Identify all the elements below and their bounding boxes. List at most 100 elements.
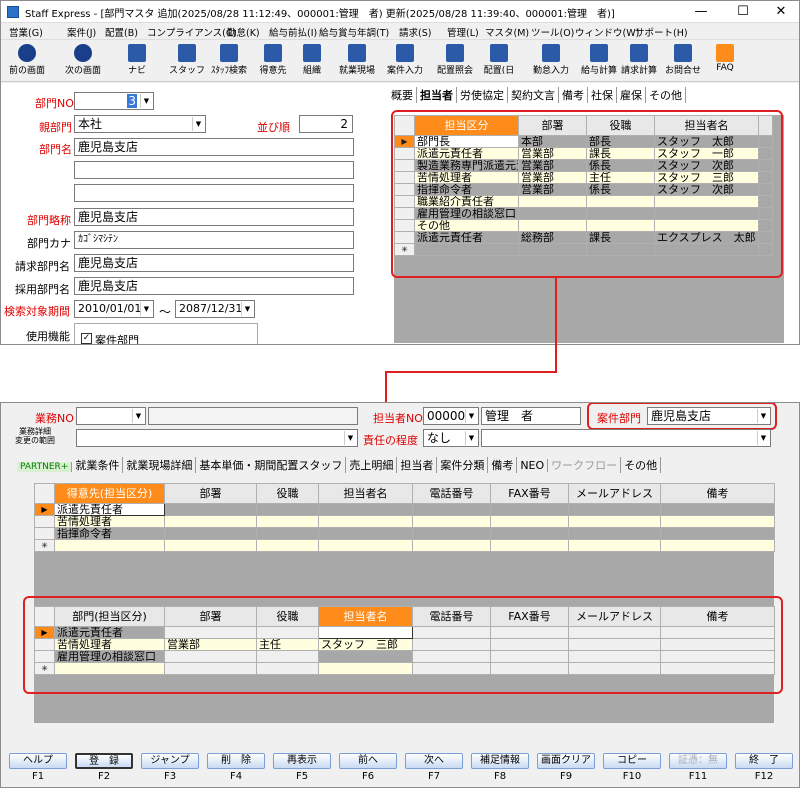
grid-cell[interactable]: 派遣先責任者 — [54, 503, 165, 516]
period-from-select[interactable]: 2010/01/01 ▼ — [74, 300, 154, 318]
tab[interactable]: 案件分類 — [437, 457, 489, 473]
close-icon[interactable]: ✕ — [761, 1, 799, 23]
menu-item[interactable]: 管理(L) — [447, 25, 479, 39]
tab[interactable]: 労使協定 — [457, 87, 508, 103]
grid-cell[interactable] — [412, 539, 491, 552]
fkey-button[interactable]: 画面クリア — [537, 753, 595, 769]
grid-cell[interactable] — [660, 503, 775, 516]
grid-cell[interactable] — [568, 527, 661, 540]
fkey-button[interactable]: 前へ — [339, 753, 397, 769]
toolbar-button[interactable]: 勤怠入力 — [529, 42, 573, 80]
toolbar-button[interactable]: 就業現場 — [335, 42, 379, 80]
order-input[interactable]: 2 — [299, 115, 353, 133]
menu-item[interactable]: コンプライアンス(C) — [147, 25, 236, 39]
tab[interactable]: 就業現場詳細 — [123, 457, 197, 473]
fkey-button[interactable]: ヘルプ — [9, 753, 67, 769]
fkey-button[interactable]: 削 除 — [207, 753, 265, 769]
tab[interactable]: その他 — [621, 457, 662, 473]
toolbar-button[interactable]: 組織 — [297, 42, 327, 80]
grid-cell[interactable]: 苦情処理者 — [54, 515, 165, 528]
tanto-no-select[interactable]: 000001 ▼ — [423, 407, 479, 425]
period-to-select[interactable]: 2087/12/31 ▼ — [175, 300, 255, 318]
tab[interactable]: 基本単価・期間配置スタッフ — [196, 457, 347, 473]
toolbar-button[interactable]: FAQ — [713, 42, 737, 80]
grid-cell[interactable] — [568, 503, 661, 516]
biz-no-select[interactable]: ▼ — [76, 407, 146, 425]
toolbar-button[interactable]: 給与計算 — [581, 42, 617, 80]
grid-cell[interactable] — [318, 539, 413, 552]
dept-name-input[interactable]: 鹿児島支店 — [74, 138, 354, 156]
menu-item[interactable]: ツール(O) — [531, 25, 574, 39]
grid-cell[interactable] — [318, 515, 413, 528]
fkey-button[interactable]: 再表示 — [273, 753, 331, 769]
grid-cell[interactable] — [256, 539, 319, 552]
column-header[interactable]: 部署 — [164, 483, 257, 504]
tab[interactable]: 備考 — [559, 87, 588, 103]
dept-kana-input[interactable]: ｶｺﾞｼﾏｼﾃﾝ — [74, 231, 354, 249]
fkey-button[interactable]: 証憑：無 — [669, 753, 727, 769]
column-header[interactable]: 備考 — [660, 483, 775, 504]
tab[interactable]: 担当者 — [417, 87, 457, 103]
menu-item[interactable]: ウィンドウ(W) — [575, 25, 639, 39]
menu-item[interactable]: 請求(S) — [399, 25, 431, 39]
grid-cell[interactable] — [490, 539, 569, 552]
column-header[interactable]: メールアドレス — [568, 483, 661, 504]
menu-item[interactable]: 案件(J) — [67, 25, 96, 39]
grid-cell[interactable] — [54, 539, 165, 552]
grid-cell[interactable] — [412, 527, 491, 540]
tab[interactable]: PARTNER+ — [17, 462, 73, 472]
grid-cell[interactable] — [490, 527, 569, 540]
toolbar-button[interactable]: お問合せ — [663, 42, 703, 80]
parent-dept-select[interactable]: 本社 ▼ — [74, 115, 206, 133]
grid-cell[interactable] — [318, 503, 413, 516]
dept-name-line3-input[interactable] — [74, 184, 354, 202]
toolbar-button[interactable]: 請求計算 — [619, 42, 659, 80]
tab[interactable]: 契約文言 — [508, 87, 559, 103]
biz-name-field[interactable] — [148, 407, 358, 425]
menu-item[interactable]: サポート(H) — [635, 25, 688, 39]
menu-item[interactable]: 給与前払(I) — [269, 25, 317, 39]
responsibility-select[interactable]: なし ▼ — [423, 429, 479, 447]
toolbar-button[interactable]: スタッフ — [169, 42, 205, 80]
grid-cell[interactable] — [164, 503, 257, 516]
grid-cell[interactable] — [164, 539, 257, 552]
column-header[interactable]: 担当者名 — [318, 483, 413, 504]
menu-item[interactable]: 給与賞与年調(T) — [319, 25, 389, 39]
maximize-icon[interactable]: ☐ — [723, 1, 763, 23]
column-header[interactable]: 電話番号 — [412, 483, 491, 504]
toolbar-button[interactable]: 配置照会 — [435, 42, 475, 80]
menu-item[interactable]: 営業(G) — [9, 25, 43, 39]
grid-cell[interactable] — [256, 503, 319, 516]
fkey-button[interactable]: 登 録 — [75, 753, 133, 769]
grid-cell[interactable] — [412, 503, 491, 516]
billing-dept-input[interactable]: 鹿児島支店 — [74, 254, 354, 272]
menu-item[interactable]: 勤怠(K) — [227, 25, 260, 39]
grid-cell[interactable] — [318, 527, 413, 540]
fkey-button[interactable]: ジャンプ — [141, 753, 199, 769]
menu-item[interactable]: 配置(B) — [105, 25, 138, 39]
toolbar-button[interactable]: ｽﾀｯﾌ検索 — [209, 42, 249, 80]
fkey-button[interactable]: 次へ — [405, 753, 463, 769]
tab[interactable]: 就業条件 — [72, 457, 124, 473]
tab[interactable]: 雇保 — [617, 87, 646, 103]
table-row[interactable]: ▶ 派遣先責任者 — [34, 503, 775, 516]
grid-cell[interactable] — [490, 515, 569, 528]
fkey-button[interactable]: 終 了 — [735, 753, 793, 769]
minimize-icon[interactable]: — — [681, 1, 721, 23]
grid-cell[interactable] — [568, 539, 661, 552]
grid-cell[interactable]: 指揮命令者 — [54, 527, 165, 540]
tab[interactable]: 備考 — [488, 457, 518, 473]
grid-cell[interactable] — [490, 503, 569, 516]
checkbox-checked-icon[interactable]: ✓ — [81, 333, 92, 344]
column-header[interactable]: FAX番号 — [490, 483, 569, 504]
grid-cell[interactable] — [164, 527, 257, 540]
biz-detail-select[interactable]: ▼ — [76, 429, 358, 447]
tab[interactable]: NEO — [517, 459, 549, 472]
toolbar-button[interactable]: 次の画面 — [55, 42, 111, 80]
grid-cell[interactable] — [660, 515, 775, 528]
tab[interactable]: 社保 — [588, 87, 617, 103]
fkey-button[interactable]: コピー — [603, 753, 661, 769]
tab[interactable]: 概要 — [388, 87, 417, 103]
row-header-cell[interactable] — [34, 527, 55, 540]
tab[interactable]: その他 — [646, 87, 686, 103]
